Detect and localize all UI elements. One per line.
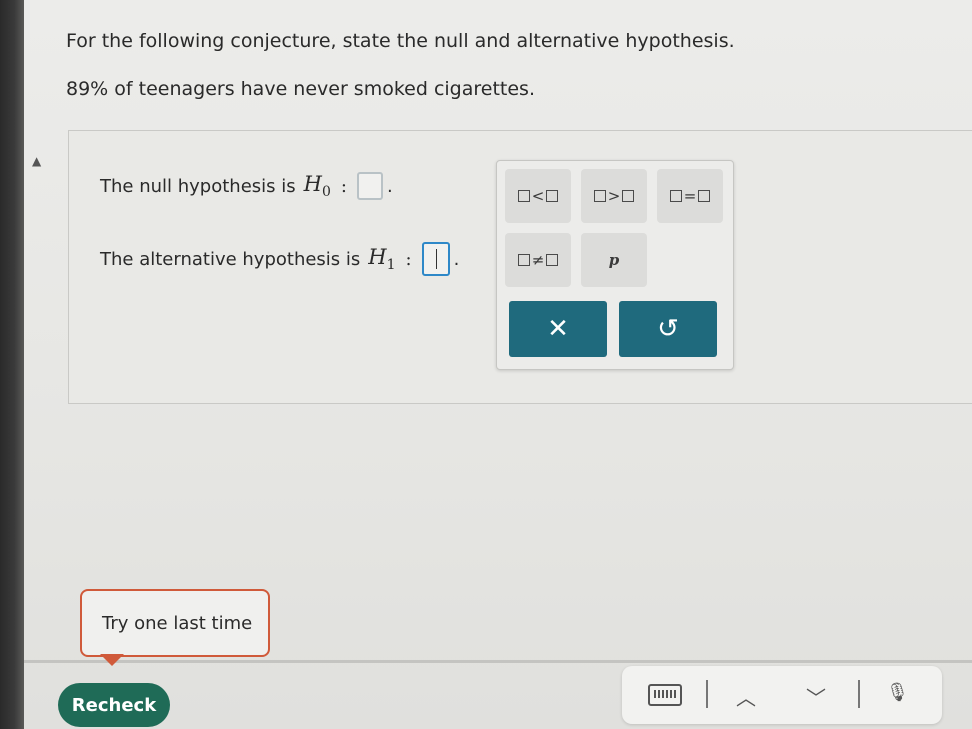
null-hypothesis-input[interactable]: [356, 172, 383, 201]
alt-hypothesis-symbol: H1: [368, 244, 396, 274]
feedback-text: Try one last time: [102, 612, 253, 634]
alt-hypothesis-label: The alternative hypothesis is: [100, 248, 361, 270]
tooltip-pointer: [100, 654, 124, 666]
clear-button[interactable]: ✕: [509, 301, 607, 357]
question-prompt: For the following conjecture, state the …: [66, 30, 735, 52]
screen-bezel: [0, 0, 24, 729]
null-hypothesis-row: The null hypothesis is H0 : .: [100, 172, 393, 200]
math-palette: < > = ≠ p ✕ ↺: [496, 160, 734, 370]
greater-than-button[interactable]: >: [581, 169, 647, 223]
chevron-up-icon[interactable]: ︿: [736, 682, 756, 711]
equals-button[interactable]: =: [657, 169, 723, 223]
footer-divider: [24, 660, 972, 663]
p-parameter-button[interactable]: p: [581, 233, 647, 287]
alt-period: .: [453, 248, 460, 270]
collapse-arrow-icon[interactable]: ▲: [32, 154, 41, 168]
recheck-label: Recheck: [71, 694, 157, 716]
null-period: .: [386, 175, 393, 197]
undo-button[interactable]: ↺: [619, 301, 717, 357]
alt-colon: :: [405, 248, 412, 270]
system-toolbar: ︿ ﹀ 🎙: [622, 666, 942, 724]
null-hypothesis-label: The null hypothesis is: [100, 175, 296, 197]
undo-icon: ↺: [657, 314, 679, 344]
microphone-icon[interactable]: 🎙: [886, 682, 909, 703]
chevron-down-icon[interactable]: ﹀: [806, 682, 826, 711]
close-icon: ✕: [547, 314, 569, 344]
null-colon: :: [340, 175, 347, 197]
toolbar-separator: [706, 680, 708, 708]
less-than-button[interactable]: <: [505, 169, 571, 223]
null-hypothesis-symbol: H0: [303, 172, 331, 201]
alt-hypothesis-row: The alternative hypothesis is H1 : .: [100, 242, 459, 276]
feedback-tooltip: Try one last time: [80, 589, 270, 657]
not-equal-button[interactable]: ≠: [505, 233, 571, 287]
alt-hypothesis-input[interactable]: [421, 242, 450, 276]
toolbar-separator: [858, 680, 860, 708]
recheck-button[interactable]: Recheck: [58, 683, 170, 727]
keyboard-icon[interactable]: [648, 684, 682, 706]
conjecture-statement: 89% of teenagers have never smoked cigar…: [66, 78, 535, 100]
